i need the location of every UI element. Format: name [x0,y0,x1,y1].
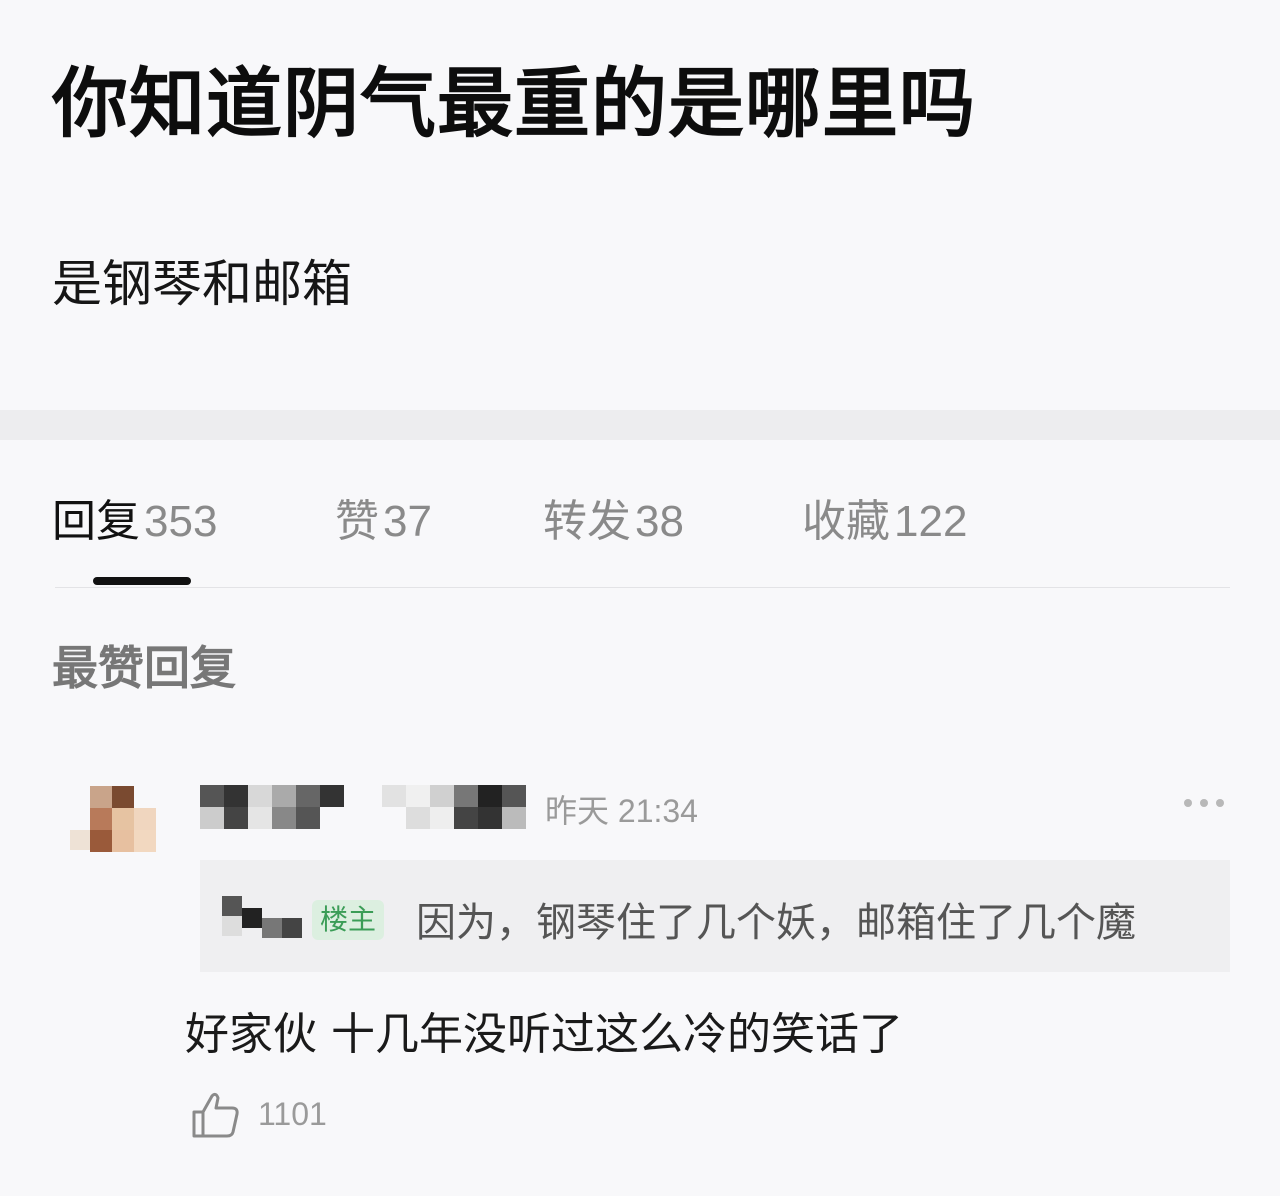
tab-favorites[interactable]: 收藏122 [802,485,967,549]
username-redacted[interactable] [200,785,540,831]
section-divider [0,410,1280,440]
tab-label: 回复 [52,496,140,547]
tab-count: 38 [635,497,684,546]
tab-count: 37 [383,497,432,546]
active-tab-indicator [93,577,191,585]
avatar[interactable] [70,786,160,854]
tab-likes[interactable]: 赞37 [335,485,432,549]
tab-count: 122 [894,497,968,546]
like-count: 1101 [258,1096,327,1132]
post-body: 是钢琴和邮箱 [52,255,352,313]
comment-timestamp: 昨天 21:34 [545,793,698,829]
tab-label: 收藏 [802,496,890,547]
post-title: 你知道阴气最重的是哪里吗 [52,59,976,148]
tab-label: 转发 [543,496,631,547]
quote-text: 因为，钢琴住了几个妖，邮箱住了几个魔 [416,900,1136,946]
tab-bar: 回复353 赞37 转发38 收藏122 [0,485,1280,555]
op-badge: 楼主 [312,900,385,940]
tab-replies[interactable]: 回复353 [52,485,217,549]
tab-count: 353 [144,497,218,546]
comment-text: 好家伙 十几年没听过这么冷的笑话了 [185,1009,903,1060]
thumbs-up-icon[interactable] [190,1090,242,1140]
quoted-reply[interactable]: 楼主 因为，钢琴住了几个妖，邮箱住了几个魔 [200,860,1230,972]
tab-reposts[interactable]: 转发38 [543,485,684,549]
section-heading: 最赞回复 [52,641,236,695]
more-icon[interactable] [1180,796,1230,810]
tab-label: 赞 [335,496,379,547]
tabs-divider [55,587,1230,588]
like-row: 1101 [190,1090,390,1140]
quote-author-redacted [222,896,302,942]
